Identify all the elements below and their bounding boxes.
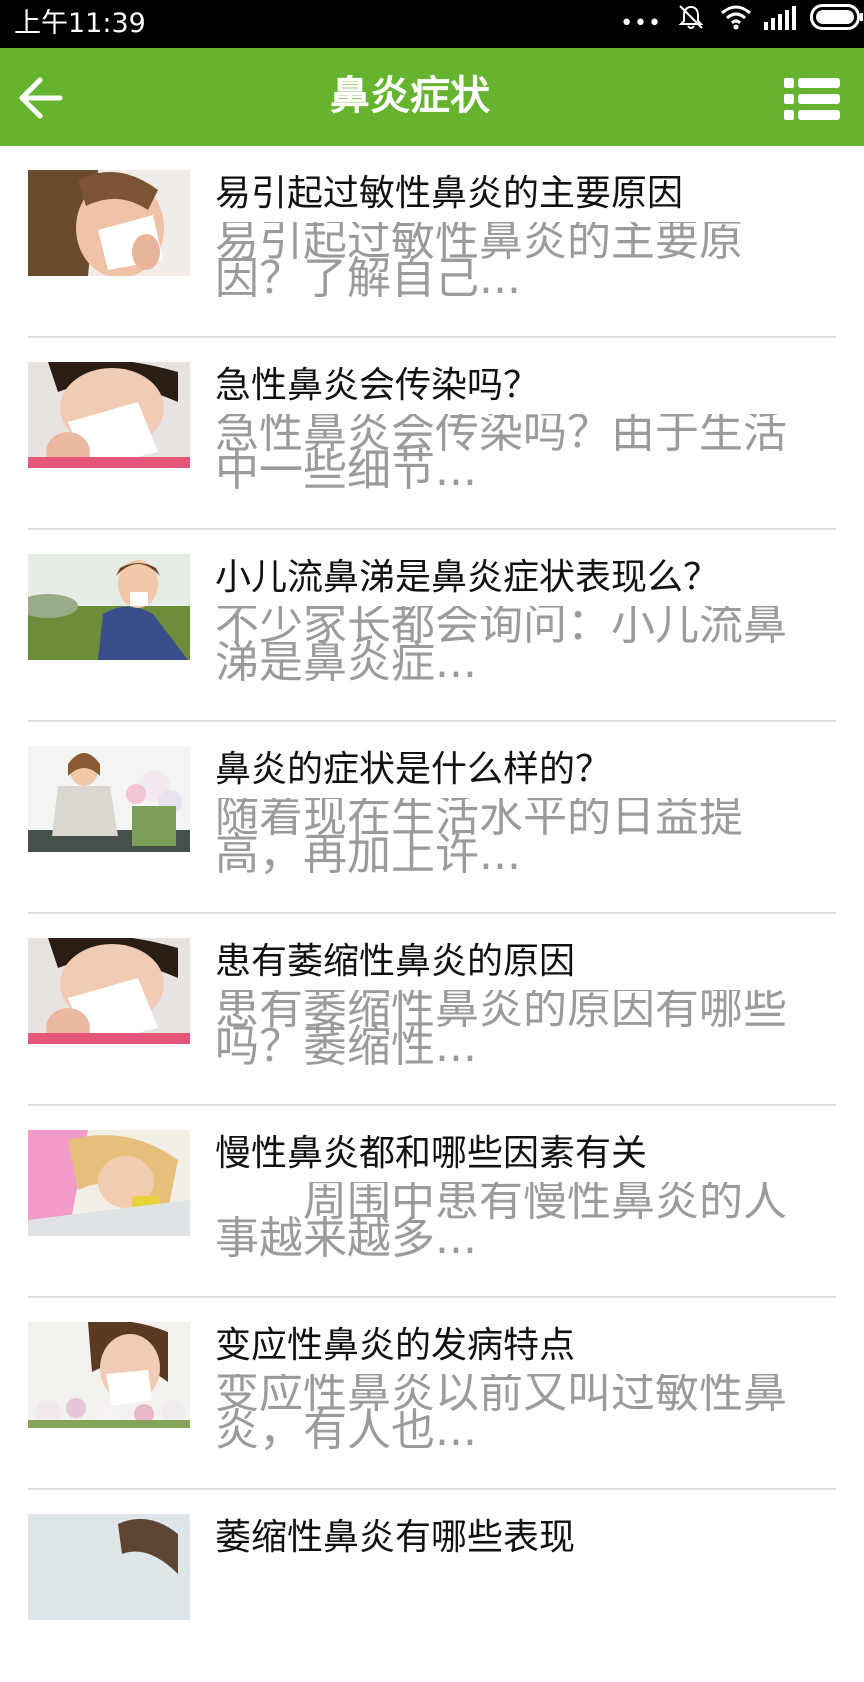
article-summary: 不少家长都会询问：小儿流鼻涕是鼻炎症... (215, 606, 787, 686)
article-summary: 患有萎缩性鼻炎的原因有哪些吗？萎缩性... (215, 990, 787, 1070)
list-item[interactable]: 小儿流鼻涕是鼻炎症状表现么？ 不少家长都会询问：小儿流鼻涕是鼻炎症... (0, 530, 864, 722)
wifi-icon (721, 5, 751, 30)
list-item[interactable]: 鼻炎的症状是什么样的？ 随着现在生活水平的日益提高，再加上许... (0, 722, 864, 914)
notification-dots: ••• (620, 11, 662, 36)
article-title: 萎缩性鼻炎有哪些表现 (215, 1517, 576, 1558)
list-item[interactable]: 患有萎缩性鼻炎的原因 患有萎缩性鼻炎的原因有哪些吗？萎缩性... (0, 914, 864, 1106)
article-summary: 周围中患有慢性鼻炎的人事越来越多... (215, 1182, 787, 1262)
article-summary: 易引起过敏性鼻炎的主要原因？了解自己... (215, 222, 743, 302)
article-thumbnail (28, 746, 190, 852)
article-title: 慢性鼻炎都和哪些因素有关 (215, 1133, 648, 1174)
article-thumbnail (28, 170, 190, 276)
status-bar: 上午11:39 ••• (0, 0, 864, 48)
list-item[interactable]: 急性鼻炎会传染吗？ 急性鼻炎会传染吗？由于生活中一些细节... (0, 338, 864, 530)
list-menu-icon[interactable] (784, 76, 840, 122)
article-title: 鼻炎的症状是什么样的？ (215, 749, 612, 790)
article-title: 变应性鼻炎的发病特点 (215, 1325, 576, 1366)
article-title: 患有萎缩性鼻炎的原因 (215, 941, 576, 982)
signal-icon (764, 6, 796, 30)
list-item[interactable]: 变应性鼻炎的发病特点 变应性鼻炎以前又叫过敏性鼻炎，有人也... (0, 1298, 864, 1490)
article-thumbnail (28, 938, 190, 1044)
app-header: 鼻炎症状 (0, 48, 864, 146)
list-item[interactable]: 易引起过敏性鼻炎的主要原因 易引起过敏性鼻炎的主要原因？了解自己... (0, 146, 864, 338)
mute-icon (678, 5, 704, 29)
list-item[interactable]: 慢性鼻炎都和哪些因素有关 周围中患有慢性鼻炎的人事越来越多... (0, 1106, 864, 1298)
article-summary: 急性鼻炎会传染吗？由于生活中一些细节... (215, 414, 787, 494)
page-title: 鼻炎症状 (330, 73, 490, 119)
article-summary: 变应性鼻炎以前又叫过敏性鼻炎，有人也... (215, 1374, 787, 1454)
article-title: 急性鼻炎会传染吗？ (215, 365, 540, 406)
article-title: 小儿流鼻涕是鼻炎症状表现么？ (215, 557, 720, 598)
article-thumbnail (28, 1130, 190, 1236)
article-summary: 随着现在生活水平的日益提高，再加上许... (215, 798, 743, 878)
article-thumbnail (28, 362, 190, 468)
list-item[interactable]: 萎缩性鼻炎有哪些表现 (0, 1490, 864, 1682)
article-thumbnail (28, 1322, 190, 1428)
status-time: 上午11:39 (14, 8, 146, 39)
article-summary (215, 1566, 815, 1646)
article-thumbnail (28, 1514, 190, 1620)
battery-icon (810, 4, 863, 30)
article-thumbnail (28, 554, 190, 660)
article-title: 易引起过敏性鼻炎的主要原因 (215, 173, 684, 214)
